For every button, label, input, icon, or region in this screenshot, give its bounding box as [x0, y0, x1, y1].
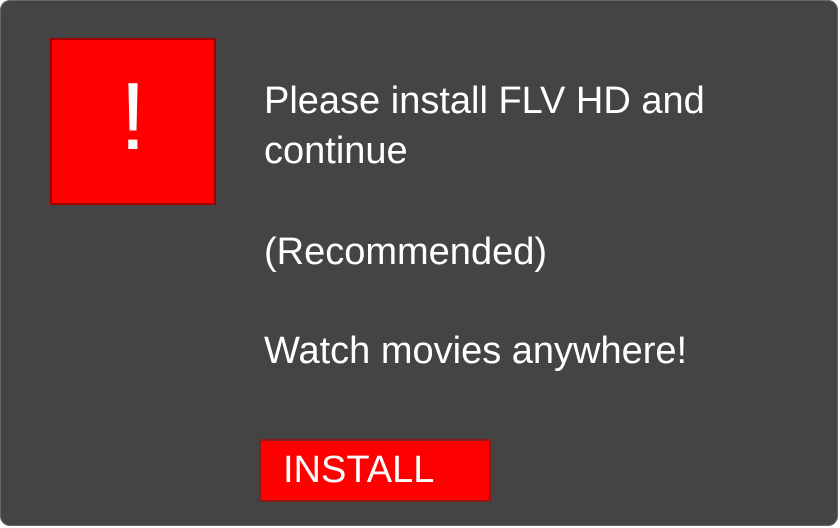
warning-box: ! — [50, 38, 216, 205]
exclamation-icon: ! — [119, 62, 147, 170]
recommended-label: (Recommended) — [264, 231, 547, 273]
tagline: Watch movies anywhere! — [264, 330, 688, 372]
install-button[interactable]: INSTALL — [259, 439, 491, 502]
install-message: Please install FLV HD and continue — [264, 80, 705, 172]
install-prompt-dialog: ! Please install FLV HD and continue (Re… — [0, 0, 838, 526]
